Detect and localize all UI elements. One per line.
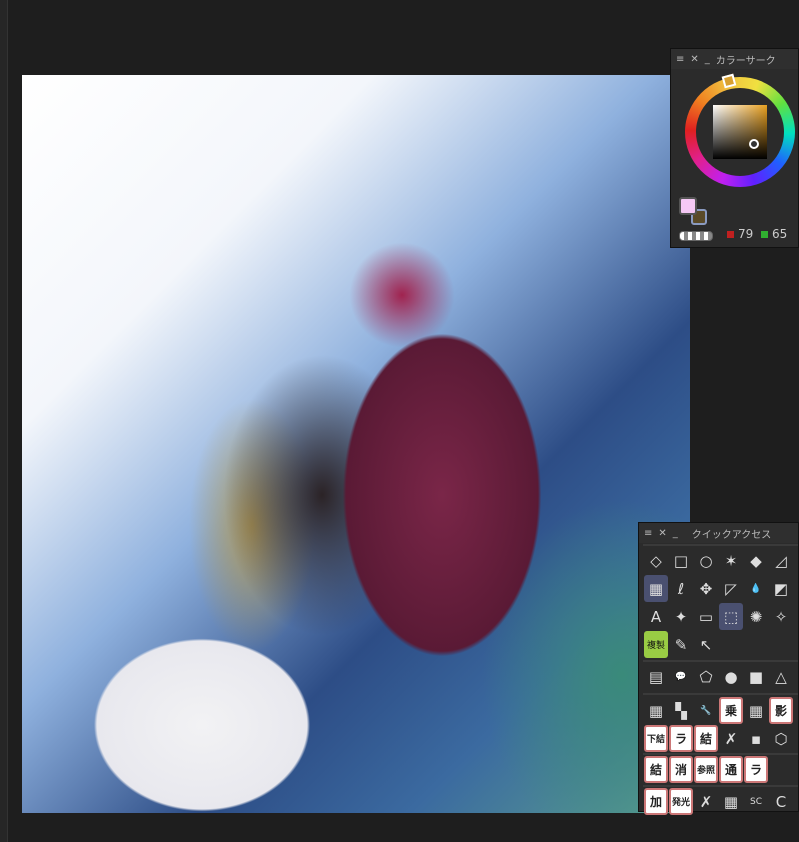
quick-access-item[interactable]: ▦ bbox=[744, 697, 768, 724]
quick-access-item[interactable]: 通 bbox=[719, 756, 743, 783]
quick-access-item[interactable]: 結 bbox=[644, 756, 668, 783]
quick-access-item[interactable]: ▦ bbox=[719, 788, 743, 815]
main-color-swatch[interactable] bbox=[679, 197, 697, 215]
quick-access-item[interactable]: ⬡ bbox=[769, 725, 793, 752]
green-readout: 65 bbox=[761, 227, 787, 241]
material-grid: ▤ 💬 ⬠ ● ■ △ bbox=[644, 663, 793, 690]
quick-access-item[interactable]: ▪ bbox=[744, 725, 768, 752]
quick-access-item[interactable]: ✎ bbox=[669, 631, 693, 658]
menu-icon[interactable]: ≡ bbox=[644, 528, 652, 539]
quick-access-item[interactable]: ✗ bbox=[694, 788, 718, 815]
quick-access-item[interactable]: △ bbox=[769, 663, 793, 690]
quick-access-item[interactable]: ⬚ bbox=[719, 603, 743, 630]
quick-access-item[interactable]: 🔧 bbox=[694, 697, 718, 724]
quick-access-item[interactable]: ■ bbox=[744, 663, 768, 690]
quick-access-item[interactable]: ✗ bbox=[719, 725, 743, 752]
minimize-icon[interactable]: _ bbox=[673, 528, 678, 539]
saturation-value-square[interactable] bbox=[713, 105, 767, 159]
quick-access-item[interactable]: ▤ bbox=[644, 663, 668, 690]
transparent-color-swatch[interactable] bbox=[679, 231, 713, 241]
panel-title: カラーサーク bbox=[715, 55, 776, 67]
red-readout: 79 bbox=[727, 227, 753, 241]
left-toolbar-edge bbox=[0, 0, 8, 842]
quick-access-item[interactable]: ℓ bbox=[669, 575, 693, 602]
quick-access-item bbox=[744, 631, 768, 658]
close-icon[interactable]: ✕ bbox=[690, 54, 698, 65]
quick-access-item[interactable]: 消 bbox=[669, 756, 693, 783]
quick-access-item[interactable]: ラ bbox=[744, 756, 768, 783]
quick-access-item[interactable]: ラ bbox=[669, 725, 693, 752]
quick-access-item[interactable]: ✦ bbox=[669, 603, 693, 630]
panel-title: クイックアクセス bbox=[691, 529, 772, 541]
quick-access-item[interactable]: ◿ bbox=[769, 547, 793, 574]
quick-access-item[interactable]: 乗 bbox=[719, 697, 743, 724]
quick-access-item[interactable]: ▦ bbox=[644, 697, 668, 724]
quick-access-item[interactable]: ◩ bbox=[769, 575, 793, 602]
quick-access-item[interactable]: A bbox=[644, 603, 668, 630]
tool-grid: ◇ □ ○ ✶ ◆ ◿ ▦ ℓ ✥ ◸ 💧 ◩ A ✦ ▭ ⬚ ✺ ✧ 複製 ✎ ↖ bbox=[644, 547, 793, 658]
quick-access-item[interactable]: ▦ bbox=[644, 575, 668, 602]
quick-access-item[interactable]: ◸ bbox=[719, 575, 743, 602]
quick-access-item[interactable]: ✶ bbox=[719, 547, 743, 574]
menu-icon[interactable]: ≡ bbox=[676, 54, 684, 65]
quick-access-item bbox=[769, 631, 793, 658]
panel-header[interactable]: ≡ ✕ _ カラーサーク bbox=[671, 49, 798, 69]
panel-header[interactable]: ≡ ✕ _ クイックアクセス bbox=[639, 523, 798, 543]
quick-access-item[interactable]: 下結 bbox=[644, 725, 668, 752]
quick-access-item[interactable]: C bbox=[769, 788, 793, 815]
artwork-canvas[interactable] bbox=[22, 75, 690, 813]
quick-access-item[interactable]: 💧 bbox=[744, 575, 768, 602]
quick-access-item[interactable]: 複製 bbox=[644, 631, 668, 658]
layer-action-grid-2: 結消参照通ラ bbox=[644, 756, 793, 783]
color-cursor[interactable] bbox=[749, 139, 759, 149]
quick-access-item[interactable]: ○ bbox=[694, 547, 718, 574]
close-icon[interactable]: ✕ bbox=[658, 528, 666, 539]
quick-access-item[interactable]: □ bbox=[669, 547, 693, 574]
quick-access-item[interactable]: SC bbox=[744, 788, 768, 815]
layer-action-grid-3: 加発光 ✗ ▦ SC C bbox=[644, 788, 793, 815]
quick-access-item[interactable]: ✥ bbox=[694, 575, 718, 602]
quick-access-item[interactable]: ● bbox=[719, 663, 743, 690]
minimize-icon[interactable]: _ bbox=[705, 54, 710, 65]
quick-access-item[interactable]: 加 bbox=[644, 788, 668, 815]
quick-access-item[interactable]: ⬠ bbox=[694, 663, 718, 690]
quick-access-item[interactable]: ✧ bbox=[769, 603, 793, 630]
quick-access-item[interactable]: ↖ bbox=[694, 631, 718, 658]
quick-access-item bbox=[719, 631, 743, 658]
quick-access-item[interactable]: ▭ bbox=[694, 603, 718, 630]
quick-access-item[interactable]: ◇ bbox=[644, 547, 668, 574]
quick-access-item[interactable]: ◆ bbox=[744, 547, 768, 574]
quick-access-item[interactable]: 💬 bbox=[669, 663, 693, 690]
color-circle-panel: ≡ ✕ _ カラーサーク 79 65 bbox=[670, 48, 799, 248]
quick-access-item[interactable]: 結 bbox=[694, 725, 718, 752]
quick-access-item[interactable]: ✺ bbox=[744, 603, 768, 630]
quick-access-panel: ≡ ✕ _ クイックアクセス ◇ □ ○ ✶ ◆ ◿ ▦ ℓ ✥ ◸ 💧 ◩ A ✦ ▭ ⬚ ✺ ✧ 複製 ✎ ↖ ▤ 💬… bbox=[638, 522, 799, 815]
quick-access-item[interactable]: ▚ bbox=[669, 697, 693, 724]
quick-access-item[interactable]: 発光 bbox=[669, 788, 693, 815]
layer-action-grid: ▦ ▚ 🔧 乗 ▦ 影下結ラ結 ✗ ▪ ⬡ bbox=[644, 697, 793, 752]
quick-access-item bbox=[769, 756, 793, 783]
quick-access-item[interactable]: 影 bbox=[769, 697, 793, 724]
quick-access-item[interactable]: 参照 bbox=[694, 756, 718, 783]
